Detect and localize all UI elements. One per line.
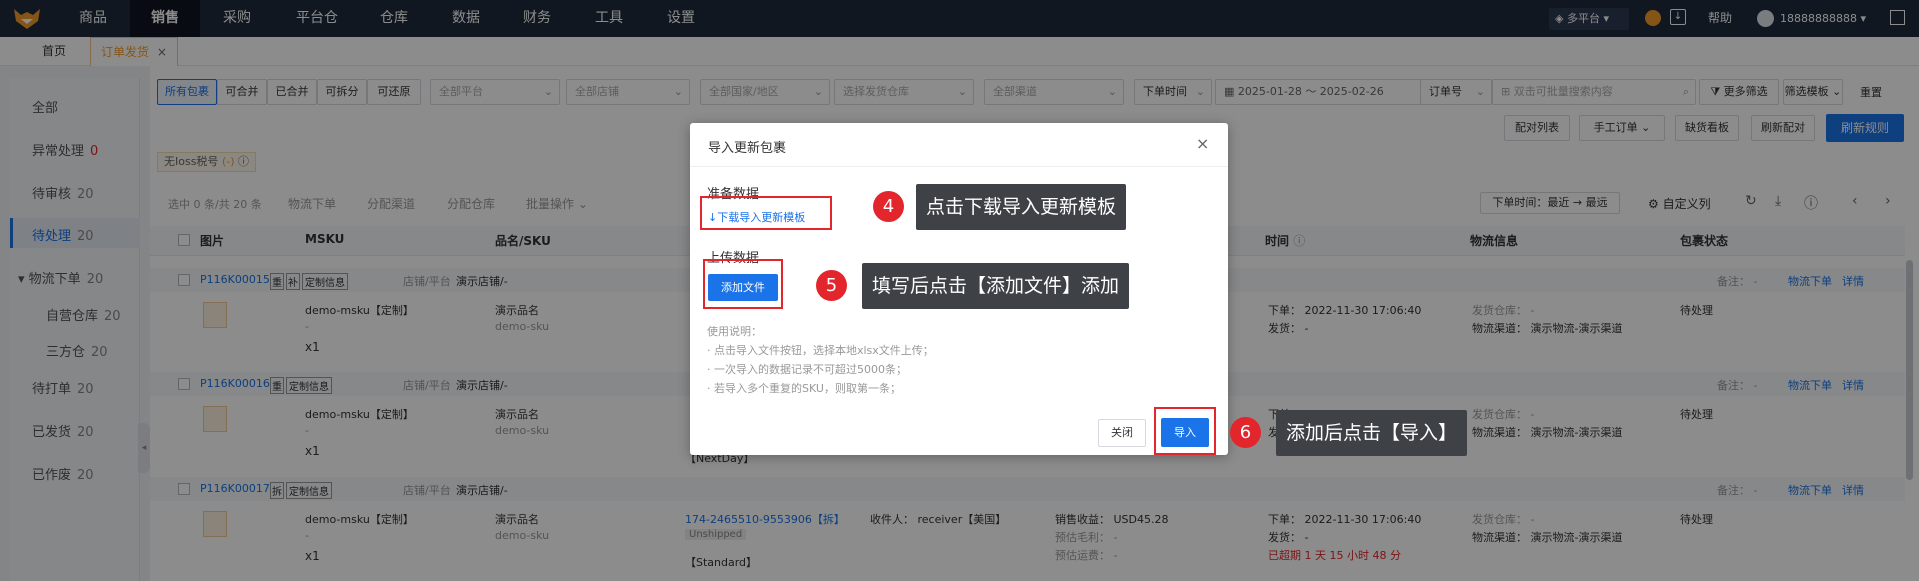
- download-template-link[interactable]: ↓下载导入更新模板: [708, 209, 805, 225]
- download-template-label: 下载导入更新模板: [717, 211, 806, 224]
- callout-import: 添加后点击【导入】: [1276, 410, 1468, 456]
- close-icon[interactable]: ×: [1196, 134, 1209, 153]
- step-badge-6: 6: [1230, 417, 1261, 448]
- callout-download-template: 点击下载导入更新模板: [916, 184, 1127, 230]
- import-button[interactable]: 导入: [1161, 418, 1209, 447]
- step-badge-5: 5: [816, 270, 847, 301]
- usage-line: · 若导入多个重复的SKU，则取第一条；: [707, 382, 901, 395]
- usage-title: 使用说明：: [707, 325, 762, 338]
- usage-line: · 一次导入的数据记录不可超过5000条；: [707, 363, 907, 376]
- add-file-button[interactable]: 添加文件: [708, 274, 778, 301]
- close-button[interactable]: 关闭: [1098, 419, 1146, 447]
- step-badge-4: 4: [873, 191, 904, 222]
- download-icon: ↓: [708, 211, 718, 224]
- dialog-title: 导入更新包裹: [708, 141, 787, 156]
- callout-add-file: 填写后点击【添加文件】添加: [862, 263, 1130, 309]
- usage-line: · 点击导入文件按钮，选择本地xlsx文件上传；: [707, 344, 934, 357]
